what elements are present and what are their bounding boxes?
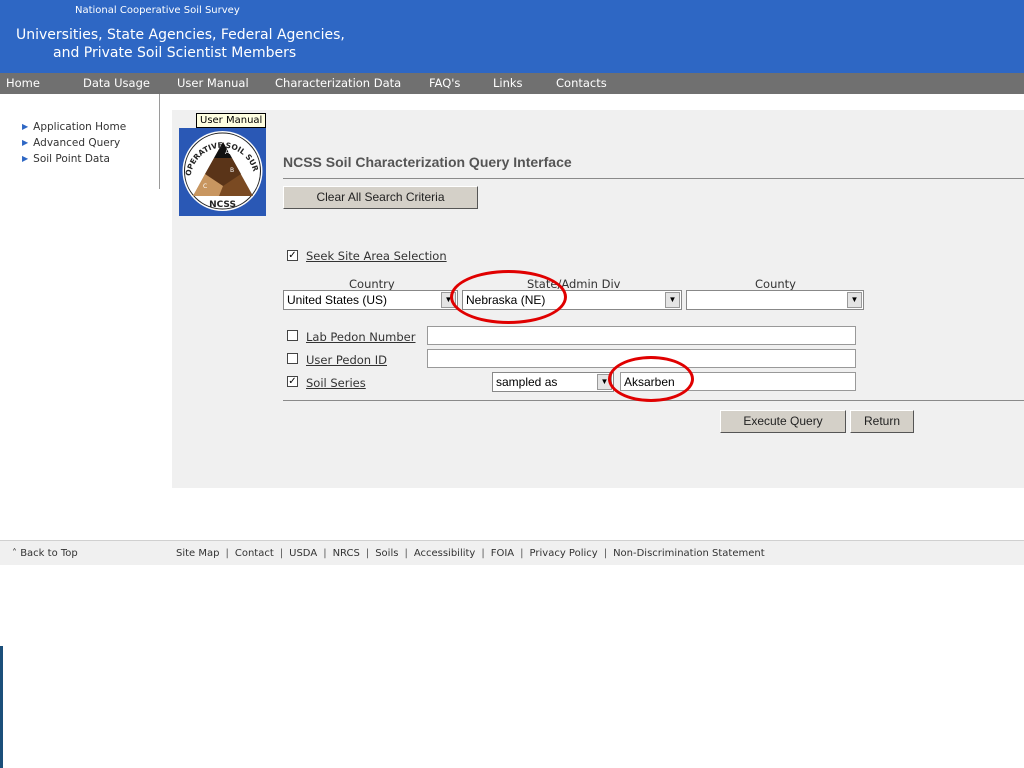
sidebar: ▶ Application Home ▶ Advanced Query ▶ Soil …: [0, 94, 160, 189]
site-header: National Cooperative Soil Survey Univers…: [0, 0, 1024, 73]
nav-links[interactable]: Links: [493, 76, 523, 90]
chevron-down-icon: ▼: [597, 374, 612, 390]
footer-link-contact[interactable]: Contact: [235, 548, 274, 559]
ncss-logo-graphic: A B C COOPERATIVE SOIL SURVEY NCSS: [175, 121, 263, 211]
left-edge-rule: [0, 646, 3, 768]
soil-series-checkbox[interactable]: ✓: [287, 376, 298, 387]
tagline-line-1: Universities, State Agencies, Federal Ag…: [16, 27, 345, 43]
chevron-down-icon: ▼: [665, 292, 680, 308]
chevron-down-icon: ▼: [847, 292, 862, 308]
footer-link-privacy-policy[interactable]: Privacy Policy: [530, 548, 598, 559]
user-pedon-input[interactable]: [427, 349, 856, 368]
state-column-label: State/Admin Div: [527, 277, 621, 291]
nav-characterization-data[interactable]: Characterization Data: [275, 76, 401, 90]
return-button[interactable]: Return: [850, 410, 914, 433]
country-select-value: United States (US): [287, 293, 388, 307]
country-select[interactable]: United States (US) ▼: [283, 290, 458, 310]
nav-faqs[interactable]: FAQ's: [429, 76, 460, 90]
footer-link-usda[interactable]: USDA: [289, 548, 317, 559]
form-divider: [283, 400, 1024, 401]
nav-home[interactable]: Home: [6, 76, 40, 90]
footer-link-site-map[interactable]: Site Map: [176, 548, 219, 559]
main-nav: Home Data Usage User Manual Characteriza…: [0, 73, 1024, 94]
horizon-c-label: C: [203, 183, 207, 190]
sidebar-item-label: Soil Point Data: [33, 153, 110, 165]
site-area-label[interactable]: Seek Site Area Selection: [306, 249, 447, 263]
nav-contacts[interactable]: Contacts: [556, 76, 607, 90]
lab-pedon-checkbox[interactable]: [287, 330, 298, 341]
clear-criteria-button[interactable]: Clear All Search Criteria: [283, 186, 478, 209]
triangle-right-icon: ▶: [22, 138, 29, 147]
nav-user-manual[interactable]: User Manual: [177, 76, 249, 90]
footer-link-non-discrimination[interactable]: Non-Discrimination Statement: [613, 548, 765, 559]
soil-series-input[interactable]: [620, 372, 856, 391]
site-area-checkbox[interactable]: ✓: [287, 250, 298, 261]
state-select[interactable]: Nebraska (NE) ▼: [462, 290, 682, 310]
logo-ncss-text: NCSS: [209, 200, 236, 210]
site-footer: ˄ Back to Top Site Map | Contact | USDA | NRCS…: [0, 540, 1024, 565]
horizon-b-label: B: [230, 167, 234, 174]
footer-link-soils[interactable]: Soils: [375, 548, 398, 559]
chevron-down-icon: ▼: [441, 292, 456, 308]
triangle-right-icon: ▶: [22, 122, 29, 131]
user-pedon-checkbox[interactable]: [287, 353, 298, 364]
sidebar-item-advanced-query[interactable]: ▶ Advanced Query: [22, 137, 120, 149]
back-to-top-link[interactable]: ˄ Back to Top: [12, 548, 78, 559]
execute-query-button[interactable]: Execute Query: [720, 410, 846, 433]
country-column-label: Country: [349, 277, 395, 291]
lab-pedon-label[interactable]: Lab Pedon Number: [306, 330, 416, 344]
county-select[interactable]: ▼: [686, 290, 864, 310]
title-divider: [283, 178, 1024, 179]
soil-series-label[interactable]: Soil Series: [306, 376, 366, 390]
footer-link-accessibility[interactable]: Accessibility: [414, 548, 476, 559]
footer-link-foia[interactable]: FOIA: [491, 548, 514, 559]
user-pedon-label[interactable]: User Pedon ID: [306, 353, 387, 367]
back-to-top-label: Back to Top: [20, 548, 78, 559]
state-select-value: Nebraska (NE): [466, 293, 546, 307]
soil-series-mode-select[interactable]: sampled as ▼: [492, 372, 614, 392]
page-title: NCSS Soil Characterization Query Interfa…: [283, 154, 572, 170]
nav-data-usage[interactable]: Data Usage: [83, 76, 150, 90]
soil-series-mode-value: sampled as: [496, 375, 558, 389]
sidebar-item-soil-point-data[interactable]: ▶ Soil Point Data: [22, 153, 110, 165]
county-column-label: County: [755, 277, 796, 291]
user-manual-tooltip: User Manual: [196, 113, 267, 128]
org-name: National Cooperative Soil Survey: [75, 5, 240, 16]
tagline-line-2: and Private Soil Scientist Members: [53, 45, 297, 61]
caret-up-icon: ˄: [12, 548, 17, 559]
footer-link-nrcs[interactable]: NRCS: [333, 548, 360, 559]
triangle-right-icon: ▶: [22, 154, 29, 163]
footer-links: Site Map | Contact | USDA | NRCS | Soils | Accessi…: [176, 548, 765, 559]
lab-pedon-input[interactable]: [427, 326, 856, 345]
sidebar-item-label: Advanced Query: [33, 137, 121, 149]
sidebar-item-label: Application Home: [33, 121, 127, 133]
sidebar-item-application-home[interactable]: ▶ Application Home: [22, 121, 126, 133]
ncss-logo: A B C COOPERATIVE SOIL SURVEY NCSS: [175, 121, 266, 216]
